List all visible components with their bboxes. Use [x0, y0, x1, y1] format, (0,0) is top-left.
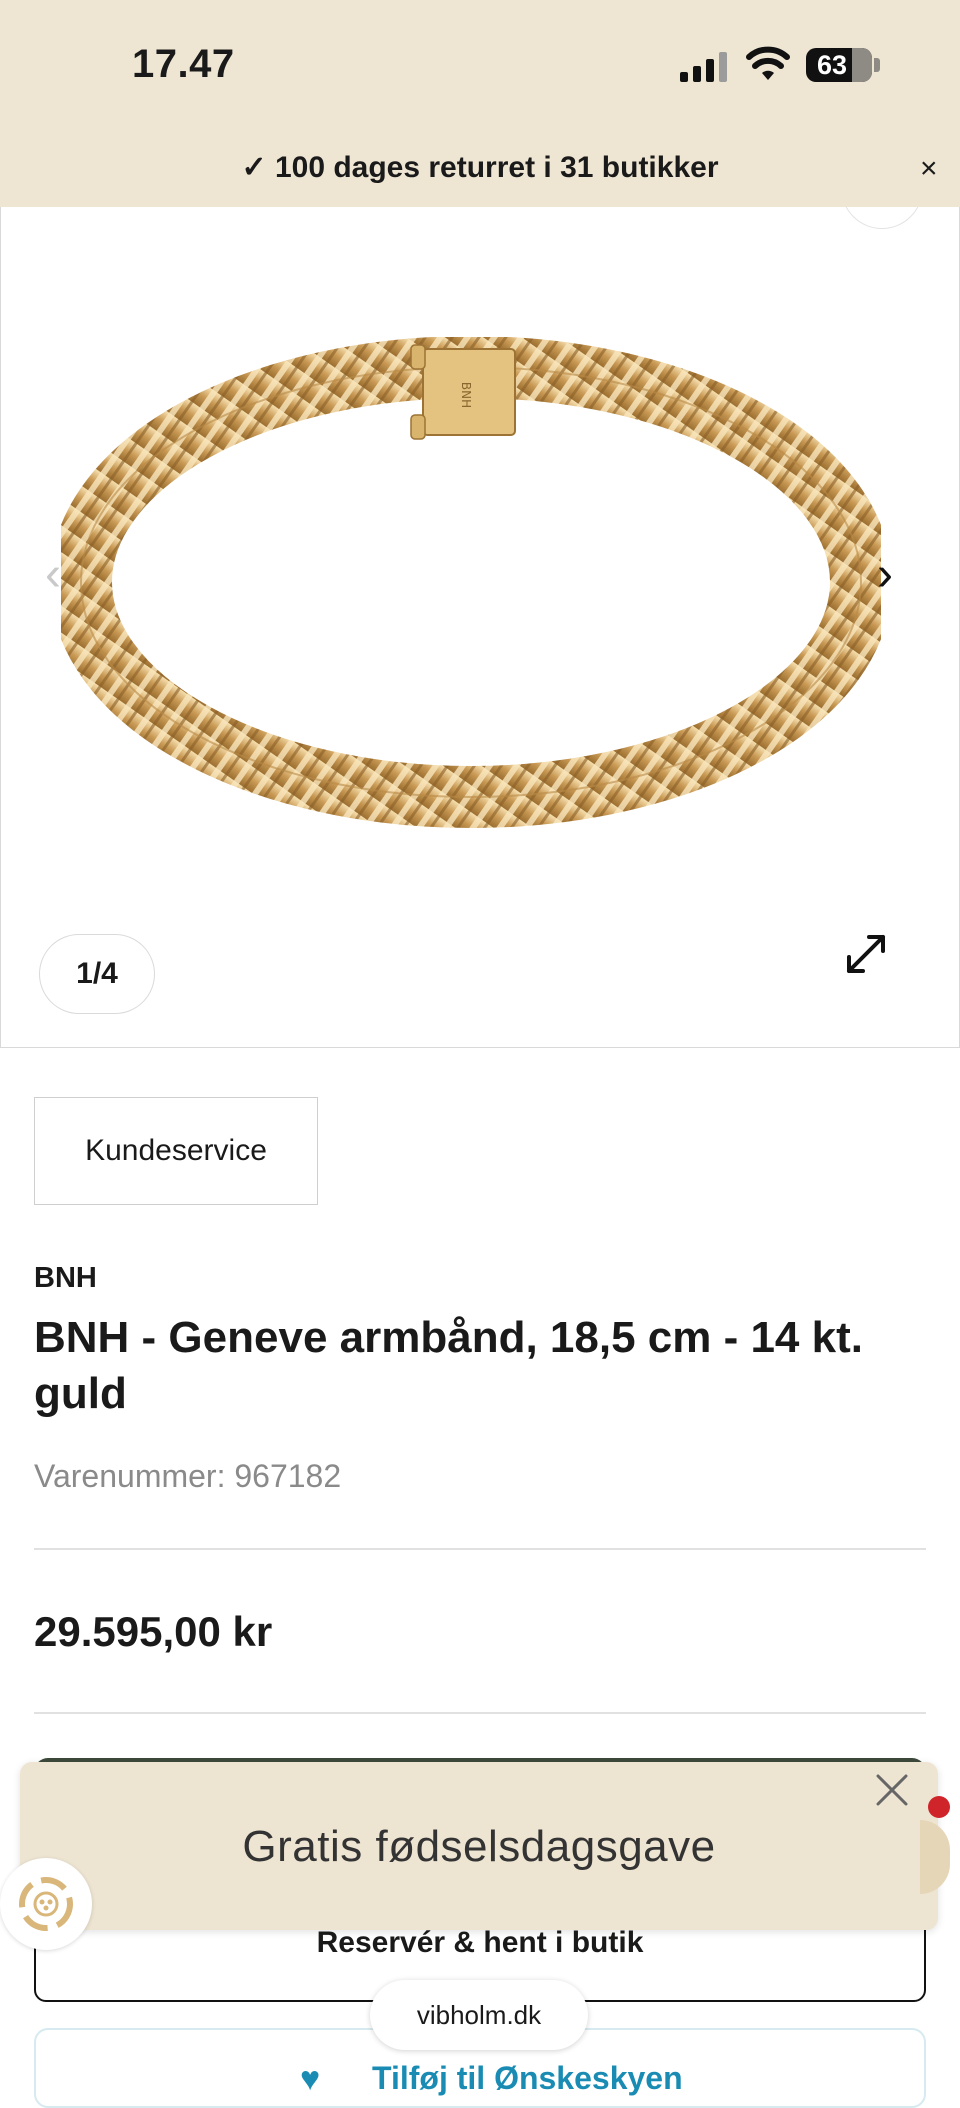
- product-price: 29.595,00 kr: [34, 1608, 273, 1655]
- cloud-heart-icon: ♥: [300, 2060, 321, 2098]
- popup-text[interactable]: Gratis fødselsdagsgave: [20, 1822, 938, 1872]
- gallery-next-button[interactable]: ›: [877, 547, 893, 602]
- side-chat-bubble[interactable]: [920, 1820, 950, 1894]
- gift-icon: [19, 1877, 73, 1931]
- customer-service-button[interactable]: Kundeservice: [34, 1097, 318, 1205]
- image-counter: 1/4: [39, 934, 155, 1014]
- promo-banner-text: ✓ 100 dages returret i 31 butikker: [241, 151, 719, 184]
- product-gallery[interactable]: BNH ‹ › 1/4: [0, 207, 960, 1048]
- reserve-in-store-label: Reservér & hent i butik: [316, 1926, 644, 1959]
- battery-tip: [874, 58, 880, 72]
- gallery-prev-button[interactable]: ‹: [45, 547, 61, 602]
- top-header: 17.47 63 ✓ 100 dages returret i 31 butik…: [0, 0, 960, 207]
- gallery-top-button[interactable]: [841, 207, 923, 229]
- wishlist-label: Tilføj til Ønskeskyen: [372, 2060, 683, 2096]
- product-title: BNH - Geneve armbånd, 18,5 cm - 14 kt. g…: [34, 1313, 863, 1418]
- svg-text:BNH: BNH: [459, 382, 473, 408]
- divider: [34, 1548, 926, 1550]
- product-brand[interactable]: BNH: [34, 1262, 97, 1295]
- battery-level: 63: [816, 50, 848, 80]
- battery-icon: 63: [806, 48, 872, 82]
- status-time: 17.47: [132, 42, 235, 86]
- browser-url-bar[interactable]: vibholm.dk: [370, 1980, 588, 2050]
- expand-icon[interactable]: [841, 929, 891, 979]
- birthday-gift-popup[interactable]: Gratis fødselsdagsgave: [20, 1762, 938, 1930]
- cellular-signal-icon: [680, 52, 727, 82]
- divider: [34, 1712, 926, 1714]
- close-icon[interactable]: [872, 1770, 912, 1810]
- close-icon[interactable]: ×: [920, 152, 938, 186]
- product-image[interactable]: BNH: [61, 337, 881, 837]
- product-sku: Varenummer: 967182: [34, 1458, 342, 1494]
- wifi-icon: [746, 46, 790, 80]
- notification-dot: [928, 1796, 950, 1818]
